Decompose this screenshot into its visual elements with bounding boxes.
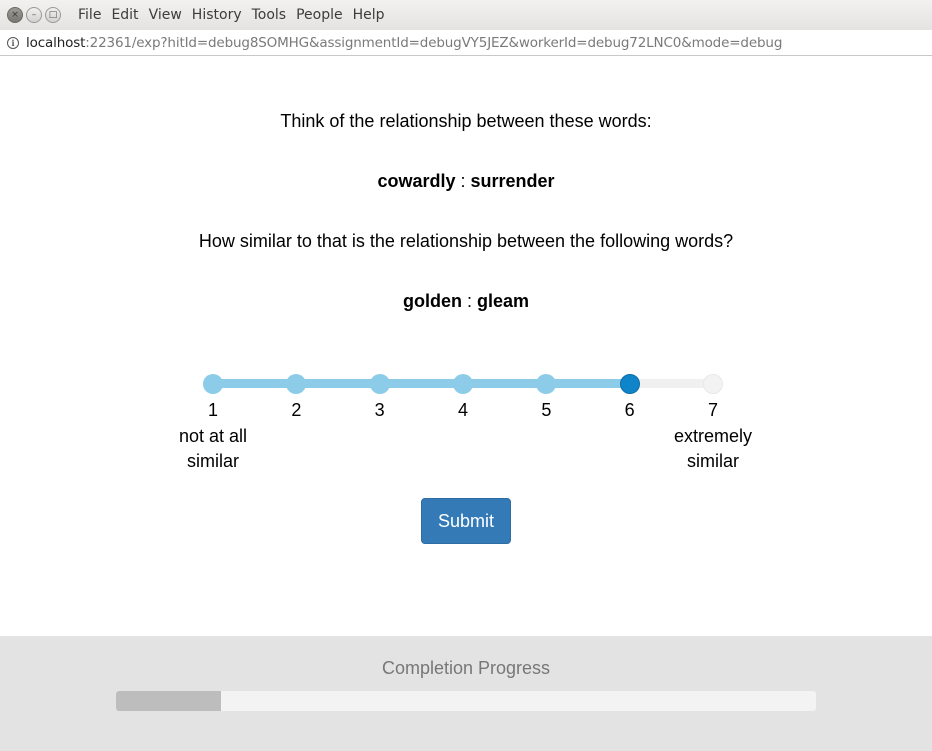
- menu-edit[interactable]: Edit: [111, 7, 138, 23]
- prompt-text: Think of the relationship between these …: [280, 111, 652, 131]
- menu-tools[interactable]: Tools: [252, 7, 287, 23]
- pair1-word-b: surrender: [470, 171, 555, 191]
- menu-people[interactable]: People: [296, 7, 343, 23]
- minimize-window-button[interactable]: –: [26, 7, 42, 23]
- high-anchor-label: extremely similar: [658, 424, 768, 474]
- word-pair-1: cowardly : surrender: [0, 170, 932, 192]
- progress-bar-fill: [116, 691, 221, 711]
- tick-label-4: 4: [457, 400, 468, 420]
- low-anchor-line1: not at all: [178, 426, 248, 446]
- pair2-word-a: golden: [402, 291, 462, 311]
- progress-bar: [116, 691, 816, 711]
- window-controls: × – □: [7, 7, 61, 23]
- tick-label-2: 2: [291, 400, 302, 420]
- slider-track-fill: [213, 379, 630, 388]
- high-anchor-line1: extremely: [673, 426, 753, 446]
- menu-file[interactable]: File: [78, 7, 101, 23]
- slider-stop-2[interactable]: [286, 374, 307, 394]
- tick-label-3: 3: [374, 400, 385, 420]
- menu-view[interactable]: View: [149, 7, 182, 23]
- slider-stop-7[interactable]: [703, 374, 723, 394]
- tick-label-6: 6: [624, 400, 635, 420]
- high-anchor-line2: similar: [687, 451, 739, 471]
- low-anchor-line2: similar: [187, 451, 239, 471]
- pair1-separator: :: [460, 171, 466, 191]
- pair2-separator: :: [466, 291, 472, 311]
- slider-handle[interactable]: [619, 374, 640, 394]
- menu-help[interactable]: Help: [353, 7, 385, 23]
- pair2-word-b: gleam: [477, 291, 530, 311]
- close-window-button[interactable]: ×: [7, 7, 23, 23]
- title-bar: × – □ File Edit View History Tools Peopl…: [0, 0, 932, 30]
- address-bar[interactable]: i localhost:22361/exp?hitId=debug8SOMHG&…: [0, 30, 932, 56]
- slider-stop-1[interactable]: [203, 374, 223, 394]
- url-text[interactable]: localhost:22361/exp?hitId=debug8SOMHG&as…: [26, 35, 782, 51]
- progress-title: Completion Progress: [381, 658, 551, 678]
- pair1-word-a: cowardly: [377, 171, 456, 191]
- tick-label-5: 5: [541, 400, 552, 420]
- url-path: :22361/exp?hitId=debug8SOMHG&assignmentI…: [85, 34, 783, 51]
- menu-history[interactable]: History: [192, 7, 242, 23]
- slider-stop-5[interactable]: [536, 374, 557, 394]
- progress-footer: Completion Progress: [0, 636, 932, 751]
- menu-bar: File Edit View History Tools People Help: [78, 7, 395, 23]
- tick-label-7: 7: [707, 400, 718, 420]
- question-text: How similar to that is the relationship …: [198, 231, 734, 251]
- word-pair-2: golden : gleam: [0, 290, 932, 312]
- slider-stop-4[interactable]: [453, 374, 473, 394]
- submit-button[interactable]: Submit: [421, 498, 511, 544]
- low-anchor-label: not at all similar: [158, 424, 268, 474]
- tick-label-1: 1: [207, 400, 218, 420]
- info-icon[interactable]: i: [7, 36, 19, 49]
- maximize-window-button[interactable]: □: [45, 7, 61, 23]
- url-host: localhost: [26, 34, 86, 51]
- slider-stop-3[interactable]: [369, 374, 390, 394]
